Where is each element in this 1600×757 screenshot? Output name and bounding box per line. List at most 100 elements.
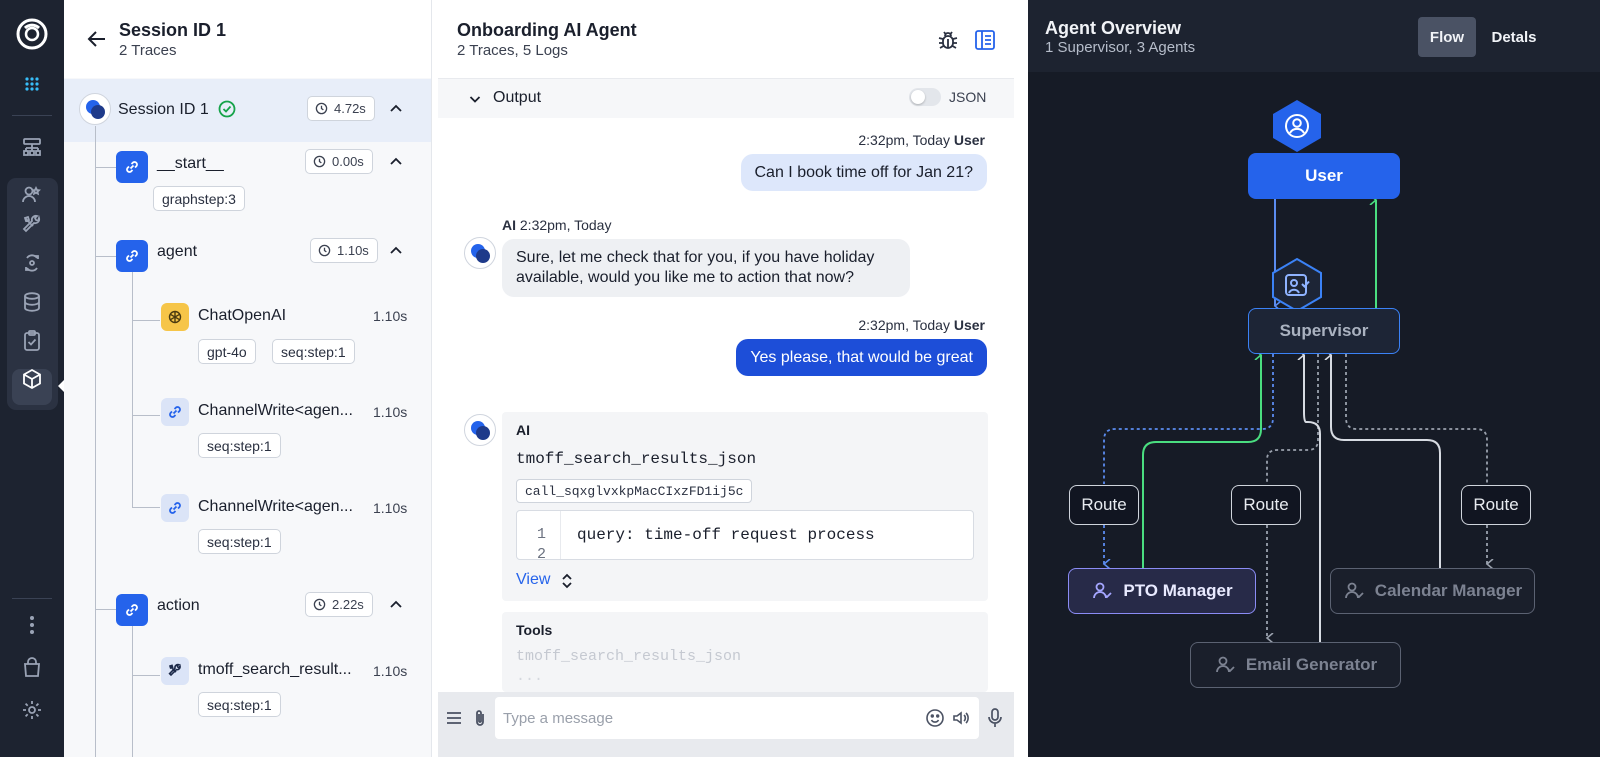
- chat-title: Onboarding AI Agent: [457, 20, 637, 40]
- settings-icon[interactable]: [19, 697, 45, 723]
- integrations-icon[interactable]: [19, 250, 45, 276]
- tools-faded-text: tmoff_search_results_json: [516, 648, 742, 665]
- link-icon: [116, 240, 148, 272]
- tree-line: [132, 415, 160, 416]
- json-toggle[interactable]: [909, 88, 941, 106]
- agent-user-check-icon: [1344, 582, 1364, 599]
- chevron-up-icon[interactable]: [388, 101, 404, 117]
- database-icon[interactable]: [19, 289, 45, 315]
- trace-panel: Session ID 1 2 Traces Session ID 1 4.72s: [64, 0, 432, 757]
- chat-panel: Onboarding AI Agent 2 Traces, 5 Logs Out…: [438, 0, 1014, 757]
- expand-collapse-icon[interactable]: [560, 572, 574, 590]
- supervisor-node[interactable]: Supervisor: [1248, 308, 1400, 354]
- tools-label: Tools: [516, 622, 553, 638]
- message-placeholder: Type a message: [503, 710, 614, 727]
- microphone-icon[interactable]: [985, 707, 1005, 729]
- hierarchy-icon[interactable]: [19, 134, 45, 160]
- node-label[interactable]: __start__: [157, 155, 224, 173]
- user-message-bubble: Can I book time off for Jan 21?: [740, 154, 987, 191]
- duration-badge: 1.10s: [310, 238, 378, 263]
- node-tag: seq:step:1: [198, 692, 281, 717]
- app-logo[interactable]: [14, 16, 50, 52]
- tree-line: [95, 256, 116, 257]
- node-label[interactable]: ChannelWrite<agen...: [198, 402, 353, 420]
- node-time: 1.10s: [373, 663, 408, 679]
- link-icon: [116, 594, 148, 626]
- message-time: 2:32pm, Today: [519, 217, 612, 233]
- back-arrow-icon[interactable]: [84, 26, 110, 52]
- apps-grid-icon[interactable]: [19, 71, 45, 97]
- user-node[interactable]: User: [1248, 153, 1400, 199]
- check-circle-icon: [217, 99, 237, 119]
- node-label[interactable]: ChannelWrite<agen...: [198, 498, 353, 516]
- tool-function-name: tmoff_search_results_json: [516, 450, 757, 468]
- tab-flow[interactable]: Flow: [1418, 17, 1476, 57]
- openai-icon: [161, 303, 189, 331]
- tree-line: [132, 675, 160, 676]
- message-sender: User: [953, 317, 985, 333]
- clipboard-check-icon[interactable]: [19, 328, 45, 354]
- tree-line: [95, 167, 116, 168]
- email-generator-node[interactable]: Email Generator: [1190, 642, 1401, 688]
- pto-manager-label: PTO Manager: [1123, 581, 1233, 600]
- line-number: 2: [537, 546, 547, 560]
- node-label[interactable]: ChatOpenAI: [198, 307, 286, 325]
- pto-manager-node[interactable]: PTO Manager: [1068, 568, 1256, 614]
- message-sender: User: [953, 132, 985, 148]
- tree-line: [95, 609, 116, 610]
- route-node-mid[interactable]: Route: [1231, 485, 1301, 525]
- duration-badge: 2.22s: [305, 592, 373, 617]
- chevron-up-icon[interactable]: [388, 597, 404, 613]
- node-label[interactable]: tmoff_search_result...: [198, 661, 352, 679]
- emoji-icon[interactable]: [925, 708, 945, 728]
- tab-details[interactable]: Detals: [1483, 17, 1545, 57]
- node-tag: gpt-4o: [198, 339, 256, 364]
- users-icon[interactable]: [19, 182, 45, 208]
- node-time: 1.10s: [373, 308, 408, 324]
- edge-calendar-to-supervisor: [1331, 355, 1441, 568]
- agent-user-check-icon: [1093, 582, 1112, 599]
- tool-call-card: AI tmoff_search_results_json call_sqxglv…: [502, 412, 988, 601]
- node-duration: 0.00s: [332, 154, 364, 169]
- chevron-up-icon[interactable]: [388, 243, 404, 259]
- link-icon: [161, 494, 189, 522]
- message-time: 2:32pm, Today: [858, 317, 950, 333]
- node-label[interactable]: action: [157, 597, 200, 615]
- tree-line: [132, 507, 160, 508]
- book-icon[interactable]: [972, 27, 998, 53]
- agent-flow-diagram: User Supervisor Route Route Route PTO Ma…: [1028, 72, 1600, 757]
- tree-line: [132, 624, 133, 757]
- email-generator-label: Email Generator: [1245, 655, 1378, 674]
- speaker-icon[interactable]: [951, 708, 971, 728]
- shopping-bag-icon[interactable]: [19, 655, 45, 681]
- route-node-right[interactable]: Route: [1461, 485, 1531, 525]
- message-meta: 2:32pm, Today User: [858, 317, 985, 333]
- flow-title: Agent Overview: [1045, 18, 1182, 38]
- message-input[interactable]: Type a message: [495, 697, 979, 739]
- node-tag: seq:step:1: [198, 433, 281, 458]
- node-label[interactable]: agent: [157, 243, 197, 261]
- edge-supervisor-to-route-left: [1103, 354, 1274, 484]
- route-node-left[interactable]: Route: [1069, 485, 1139, 525]
- more-icon[interactable]: [19, 612, 45, 638]
- output-bar[interactable]: Output JSON: [438, 78, 1014, 118]
- chevron-up-icon[interactable]: [388, 154, 404, 170]
- chevron-down-icon[interactable]: [468, 92, 482, 106]
- menu-icon[interactable]: [444, 708, 464, 728]
- clock-icon: [313, 598, 326, 611]
- code-line: query: time-off request process: [577, 526, 875, 544]
- edge-pto-to-supervisor: [1142, 355, 1261, 568]
- paperclip-icon[interactable]: [470, 708, 490, 728]
- message-meta: 2:32pm, Today User: [858, 132, 985, 148]
- bug-icon[interactable]: [935, 27, 961, 53]
- calendar-manager-node[interactable]: Calendar Manager: [1330, 568, 1535, 614]
- node-duration: 1.10s: [337, 243, 369, 258]
- tools-icon[interactable]: [19, 212, 45, 238]
- supervisor-hex-icon: [1272, 257, 1322, 313]
- tool-call-id: call_sqxglvxkpMacCIxzFD1ij5c: [516, 479, 753, 503]
- view-toggle-link[interactable]: View: [516, 571, 550, 589]
- node-time: 1.10s: [373, 404, 408, 420]
- cube-icon[interactable]: [19, 366, 45, 392]
- tree-line: [95, 126, 96, 757]
- code-editor[interactable]: 1 2 query: time-off request process: [516, 510, 974, 560]
